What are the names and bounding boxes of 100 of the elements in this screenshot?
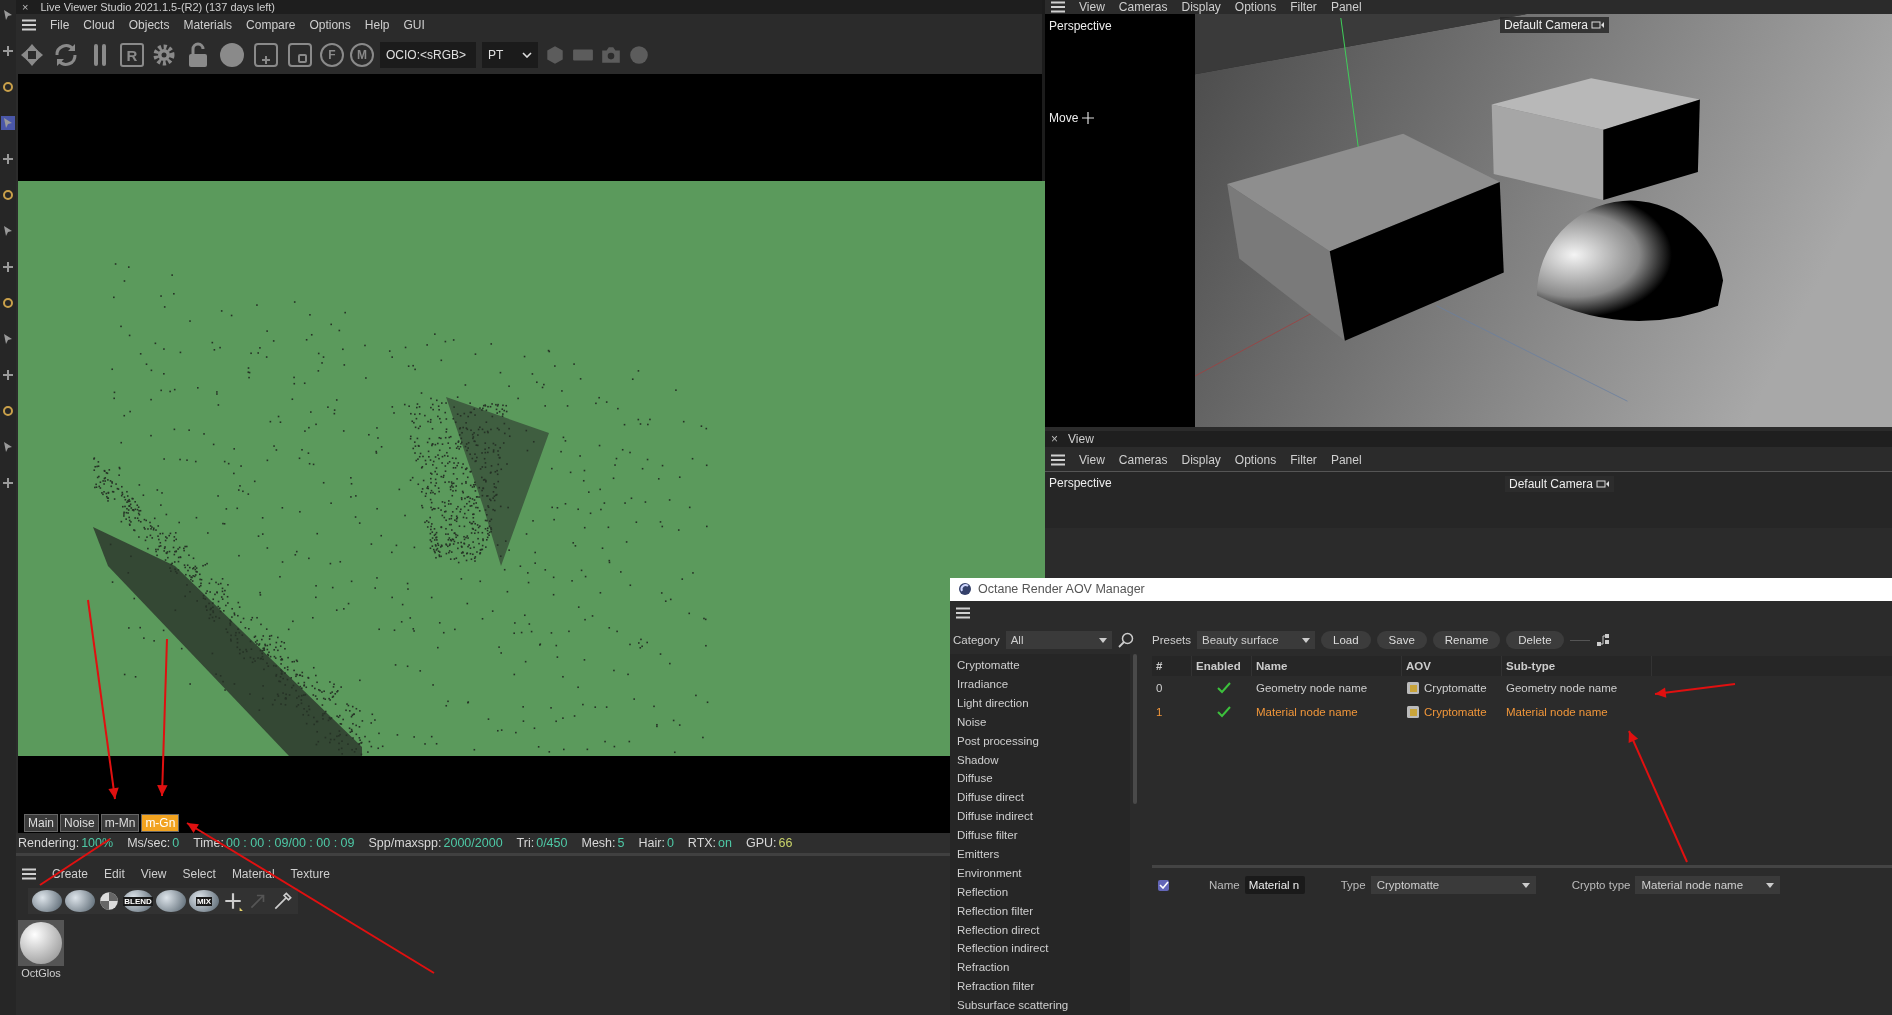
- column-header[interactable]: Sub-type: [1502, 656, 1652, 677]
- crypto-type-dropdown[interactable]: Material node name: [1635, 876, 1781, 895]
- aov-row[interactable]: 1 Material node name Cryptomatte Material node name: [1152, 700, 1892, 725]
- tool-icon[interactable]: [1, 80, 15, 94]
- material-ball-icon[interactable]: BLEND: [123, 890, 153, 912]
- menu-icon[interactable]: [1051, 454, 1065, 466]
- menu-item[interactable]: Texture: [290, 867, 330, 881]
- render-tab[interactable]: Main: [24, 814, 58, 832]
- tool-icon[interactable]: [1, 368, 15, 382]
- pin-icon[interactable]: F: [320, 43, 344, 67]
- tool-icon[interactable]: [1, 188, 15, 202]
- column-header[interactable]: AOV: [1402, 656, 1502, 677]
- category-item[interactable]: Reflection direct: [957, 920, 1130, 940]
- menu-item[interactable]: Material: [231, 867, 275, 881]
- type-dropdown[interactable]: Cryptomatte: [1370, 876, 1536, 895]
- caret-icon[interactable]: [522, 52, 532, 58]
- tool-icon[interactable]: [1, 260, 15, 274]
- menu-item[interactable]: View: [1079, 453, 1105, 467]
- menu-item[interactable]: View: [140, 867, 167, 881]
- menu-item[interactable]: Options: [1234, 453, 1277, 467]
- category-item[interactable]: Subsurface scattering: [957, 996, 1130, 1015]
- menu-item[interactable]: View: [1079, 0, 1105, 14]
- category-item[interactable]: Reflection indirect: [957, 939, 1130, 959]
- render-tab[interactable]: m-Mn: [100, 814, 140, 832]
- category-item[interactable]: Noise: [957, 712, 1130, 732]
- category-dropdown[interactable]: All: [1005, 631, 1112, 650]
- menu-item[interactable]: Filter: [1290, 453, 1317, 467]
- column-header[interactable]: Enabled: [1192, 656, 1252, 677]
- category-item[interactable]: Diffuse: [957, 769, 1130, 789]
- menu-item[interactable]: Display: [1181, 0, 1221, 14]
- preset-button[interactable]: Delete: [1506, 631, 1564, 650]
- close-button[interactable]: ×: [1051, 432, 1058, 446]
- category-item[interactable]: Reflection: [957, 882, 1130, 902]
- caret-icon[interactable]: [1302, 637, 1310, 643]
- caret-icon[interactable]: [1521, 882, 1530, 888]
- material-ball-icon[interactable]: [32, 890, 62, 912]
- menu-icon[interactable]: [22, 19, 36, 31]
- category-item[interactable]: Diffuse filter: [957, 826, 1130, 845]
- camera-icon[interactable]: [1596, 479, 1611, 489]
- checkmark-icon[interactable]: [1217, 682, 1231, 695]
- menu-item[interactable]: Select: [182, 867, 216, 881]
- preset-dropdown[interactable]: Beauty surface: [1197, 631, 1315, 650]
- letter-icon[interactable]: R: [120, 43, 144, 67]
- box-icon[interactable]: [286, 41, 314, 69]
- eyedropper-icon[interactable]: [272, 890, 294, 912]
- menu-icon[interactable]: [956, 607, 970, 620]
- menu-item[interactable]: Filter: [1290, 0, 1317, 14]
- tool-icon[interactable]: [1, 296, 15, 310]
- menu-item[interactable]: Panel: [1330, 0, 1362, 14]
- aov-row[interactable]: 0 Geometry node name Cryptomatte Geometry node name: [1152, 676, 1892, 701]
- menu-item[interactable]: Cameras: [1118, 0, 1168, 14]
- menu-item[interactable]: File: [50, 18, 70, 32]
- category-item[interactable]: Emitters: [957, 845, 1130, 864]
- close-button[interactable]: ×: [22, 1, 29, 13]
- material-ball-icon[interactable]: MIX: [189, 890, 219, 912]
- name-field[interactable]: Material n: [1244, 876, 1305, 895]
- preset-button[interactable]: Rename: [1432, 631, 1501, 650]
- menu-item[interactable]: GUI: [403, 18, 425, 32]
- menu-icon[interactable]: [1051, 1, 1065, 13]
- category-item[interactable]: Environment: [957, 863, 1130, 883]
- preset-button[interactable]: Save: [1376, 631, 1427, 650]
- tool-icon[interactable]: [1, 404, 15, 418]
- category-item[interactable]: Reflection filter: [957, 901, 1130, 921]
- category-item[interactable]: Light direction: [957, 693, 1130, 713]
- material-preview-icon[interactable]: [18, 920, 64, 966]
- menu-item[interactable]: Cameras: [1118, 453, 1168, 467]
- category-item[interactable]: Irradiance: [957, 674, 1130, 694]
- search-icon[interactable]: [1117, 632, 1134, 649]
- category-item[interactable]: Diffuse direct: [957, 788, 1130, 808]
- tool-icon[interactable]: [1, 152, 15, 166]
- checkmark-icon[interactable]: [1217, 706, 1231, 719]
- menu-item[interactable]: Cloud: [83, 18, 115, 32]
- menu-item[interactable]: Panel: [1330, 453, 1362, 467]
- caret-icon[interactable]: [1766, 882, 1775, 888]
- menu-item[interactable]: Materials: [183, 18, 233, 32]
- category-item[interactable]: Post processing: [957, 731, 1130, 751]
- category-item[interactable]: Refraction filter: [957, 977, 1130, 997]
- menu-item[interactable]: Options: [309, 18, 351, 32]
- menu-item[interactable]: Objects: [128, 18, 170, 32]
- pin-icon[interactable]: M: [350, 43, 374, 67]
- render-tab[interactable]: Noise: [60, 814, 99, 832]
- material-ball-icon[interactable]: [65, 890, 95, 912]
- kernel-dropdown[interactable]: PT: [482, 42, 538, 68]
- category-item[interactable]: Diffuse indirect: [957, 807, 1130, 827]
- tool-icon[interactable]: [1, 44, 15, 58]
- menu-item[interactable]: Help: [364, 18, 390, 32]
- enable-checkbox[interactable]: [1158, 879, 1169, 891]
- camera-icon[interactable]: [1591, 20, 1606, 30]
- menu-item[interactable]: Edit: [104, 867, 125, 881]
- category-item[interactable]: Shadow: [957, 750, 1130, 770]
- menu-item[interactable]: Compare: [246, 18, 296, 32]
- color-space-dropdown[interactable]: OCIO:<sRGB>: [380, 42, 476, 68]
- column-header[interactable]: #: [1152, 656, 1192, 677]
- category-item[interactable]: Refraction: [957, 958, 1130, 978]
- tool-icon[interactable]: [1, 476, 15, 490]
- menu-item[interactable]: Display: [1181, 453, 1221, 467]
- preset-button[interactable]: Load: [1321, 631, 1371, 650]
- plus-icon[interactable]: [222, 890, 244, 912]
- menu-item[interactable]: Options: [1234, 0, 1277, 14]
- add-box-icon[interactable]: [252, 41, 280, 69]
